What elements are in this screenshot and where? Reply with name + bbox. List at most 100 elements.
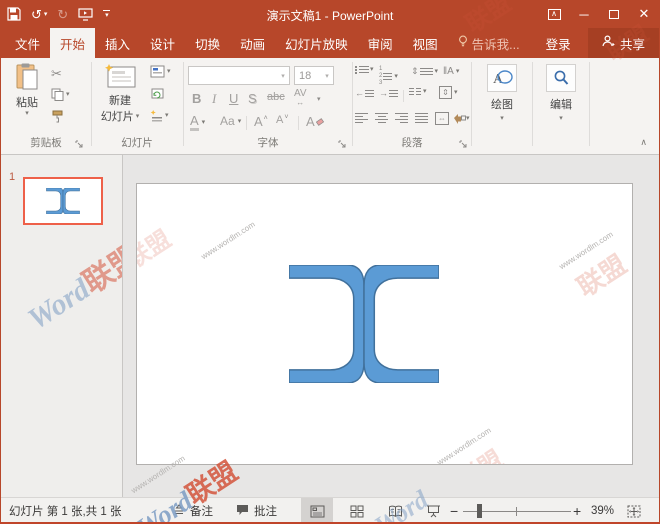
customize-qat-icon[interactable]: ▾ (103, 10, 110, 19)
align-right-icon[interactable] (395, 113, 408, 123)
group-paragraph: ▾ 123▾ ⇕▾ ‖A▾ ← → ▾ ⇕▾ ⇔ ▾ 段落 (353, 58, 471, 154)
tab-view[interactable]: 视图 (403, 28, 448, 58)
decrease-indent-icon[interactable]: ← (355, 88, 374, 98)
dialog-launcher-icon[interactable] (75, 140, 85, 150)
undo-icon[interactable]: ↺▾ (31, 8, 47, 21)
clear-formatting-button[interactable]: A (306, 114, 325, 129)
dialog-launcher-icon[interactable] (459, 140, 469, 150)
start-slideshow-icon[interactable] (78, 8, 93, 21)
save-icon[interactable] (7, 7, 21, 21)
maximize-icon[interactable] (599, 0, 629, 28)
collapse-ribbon-icon[interactable]: ∧ (640, 137, 647, 148)
ribbon-display-options-icon[interactable]: ∧ (539, 0, 569, 28)
sign-in-button[interactable]: 登录 (536, 28, 581, 58)
watermark: 联盟 (136, 220, 177, 275)
font-name-combo[interactable]: ▾ (188, 66, 290, 85)
tab-insert[interactable]: 插入 (95, 28, 140, 58)
zoom-out-button[interactable]: − (450, 498, 458, 524)
window-controls: ∧ ─ ✕ (539, 0, 659, 28)
shrink-font-button[interactable]: A˅ (276, 114, 288, 126)
dialog-launcher-icon[interactable] (338, 140, 348, 150)
grow-font-button[interactable]: A˄ (254, 114, 268, 129)
watermark-url: www.wordlm.com (436, 426, 493, 465)
zoom-slider-thumb[interactable] (477, 504, 482, 518)
justify-icon[interactable] (415, 113, 428, 123)
zoom-in-button[interactable]: + (573, 498, 581, 524)
reset-icon[interactable] (150, 87, 164, 100)
tab-design[interactable]: 设计 (140, 28, 185, 58)
font-size-combo[interactable]: 18 ▾ (294, 66, 334, 85)
tab-animations[interactable]: 动画 (230, 28, 275, 58)
line-spacing-icon[interactable]: ⇕▾ (411, 66, 438, 77)
ribbon-tabs: 文件 开始 插入 设计 切换 动画 幻灯片放映 审阅 视图 告诉我... 登录 … (1, 28, 659, 58)
columns-icon[interactable]: ▾ (409, 88, 427, 95)
reading-view-icon[interactable] (379, 498, 411, 524)
slide-thumbnail[interactable] (23, 177, 103, 225)
tell-me-box[interactable]: 告诉我... (448, 28, 530, 58)
chevron-down-icon[interactable]: ▾ (317, 96, 321, 103)
undo-dropdown-icon[interactable]: ▾ (44, 11, 48, 18)
paste-dropdown-icon[interactable]: ▾ (25, 110, 29, 117)
tab-home[interactable]: 开始 (50, 28, 95, 58)
share-person-icon (602, 35, 615, 51)
copy-icon[interactable]: ▾ (51, 88, 70, 101)
layout-icon[interactable]: ▾ (150, 65, 171, 78)
text-shadow-button[interactable]: S (248, 91, 257, 106)
italic-button[interactable]: I (212, 91, 216, 107)
tab-review[interactable]: 审阅 (358, 28, 403, 58)
share-button[interactable]: 共享 (588, 28, 659, 58)
slideshow-icon[interactable] (417, 498, 449, 524)
group-editing: 编辑 ▾ (533, 58, 589, 154)
tab-file[interactable]: 文件 (5, 28, 50, 58)
strikethrough-button[interactable]: abc (267, 91, 285, 103)
notes-icon (173, 504, 185, 519)
group-label-slides: 幻灯片 (92, 135, 182, 150)
bullets-icon[interactable]: ▾ (355, 66, 374, 73)
align-center-icon[interactable] (375, 113, 388, 123)
text-direction-icon[interactable]: ‖A▾ (443, 66, 459, 77)
notes-button[interactable]: 备注 (173, 498, 213, 524)
search-icon (546, 64, 576, 92)
increase-indent-icon[interactable]: → (379, 88, 398, 98)
comments-button[interactable]: 批注 (236, 498, 277, 524)
minimize-icon[interactable]: ─ (569, 0, 599, 28)
paste-button[interactable]: 粘贴 ▾ (9, 63, 45, 117)
character-spacing-button[interactable]: AV↔ (294, 89, 307, 107)
distribute-icon[interactable]: ⇔ (435, 112, 449, 125)
drawing-button[interactable]: A 绘图 ▾ (480, 64, 524, 122)
group-font: ▾ 18 ▾ B I U S abc AV↔ ▾ A▾ Aa▾ A˄ A˅ A … (184, 58, 352, 154)
cut-icon[interactable]: ✂ (51, 66, 62, 82)
thumbnail-shape (46, 188, 80, 214)
slide-counter: 幻灯片 第 1 张,共 1 张 (9, 498, 121, 524)
group-clipboard: 粘贴 ▾ ✂ ▾ 剪贴板 (1, 58, 91, 154)
change-case-button[interactable]: Aa▾ (220, 114, 241, 128)
font-color-button[interactable]: A▾ (190, 114, 205, 131)
drawing-icon: A (487, 64, 517, 92)
redo-icon: ↻ (57, 8, 68, 21)
slide-canvas[interactable]: www.wordlm.com 联盟 联盟 www.wordlm.com 联盟 (136, 183, 633, 465)
merged-bracket-shape[interactable] (289, 265, 439, 383)
new-slide-button[interactable]: 新建 幻灯片▾ (96, 63, 144, 124)
powerpoint-window: ↺▾ ↻ ▾ 演示文稿1 - PowerPoint ∧ ─ ✕ 文件 开始 插入… (0, 0, 660, 524)
fit-to-window-icon[interactable] (619, 498, 649, 524)
align-text-icon[interactable]: ⇕▾ (439, 86, 458, 99)
status-bar: 幻灯片 第 1 张,共 1 张 备注 批注 − + 39% (1, 497, 659, 524)
slide-sorter-icon[interactable] (341, 498, 373, 524)
slide-editor-area[interactable]: www.wordlm.com 联盟 联盟 www.wordlm.com 联盟 (123, 155, 659, 497)
slide-thumbnail-panel[interactable]: 1 Word联盟 (1, 155, 123, 497)
close-icon[interactable]: ✕ (629, 0, 659, 28)
comment-icon (236, 504, 249, 519)
align-left-icon[interactable] (355, 113, 368, 123)
normal-view-icon[interactable] (301, 498, 333, 524)
numbering-icon[interactable]: 123▾ (379, 66, 398, 88)
underline-button[interactable]: U (229, 91, 238, 106)
workspace: 1 Word联盟 www.wordlm.com 联盟 联盟 www. (1, 155, 659, 497)
bold-button[interactable]: B (192, 91, 201, 106)
tab-slideshow[interactable]: 幻灯片放映 (275, 28, 358, 58)
smartart-convert-icon[interactable]: ▾ (453, 112, 470, 125)
section-icon[interactable]: ▾ (150, 109, 169, 122)
editing-button[interactable]: 编辑 ▾ (539, 64, 583, 122)
zoom-level[interactable]: 39% (591, 498, 614, 524)
format-painter-icon[interactable] (51, 110, 64, 123)
tab-transitions[interactable]: 切换 (185, 28, 230, 58)
